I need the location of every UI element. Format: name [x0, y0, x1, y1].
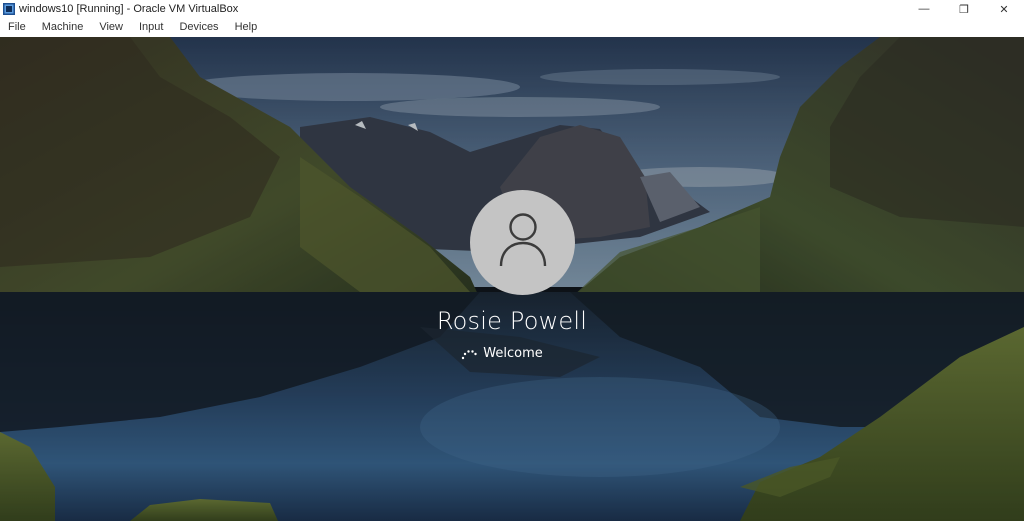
menu-input[interactable]: Input — [131, 18, 171, 37]
user-silhouette-icon — [497, 211, 549, 274]
minimize-icon: — — [918, 3, 930, 15]
vm-display[interactable]: Rosie Powell Welcome — [0, 37, 1024, 521]
menu-bar: File Machine View Input Devices Help — [0, 18, 1024, 38]
window-title: windows10 [Running] - Oracle VM VirtualB… — [19, 3, 239, 15]
login-status: Welcome — [0, 346, 1024, 361]
restore-button[interactable]: ❐ — [944, 0, 984, 18]
user-name: Rosie Powell — [436, 307, 588, 335]
loading-dots-icon — [461, 348, 477, 360]
menu-machine[interactable]: Machine — [34, 18, 92, 37]
user-avatar — [470, 190, 575, 295]
menu-help[interactable]: Help — [227, 18, 266, 37]
close-button[interactable]: ✕ — [984, 0, 1024, 18]
menu-file[interactable]: File — [0, 18, 34, 37]
virtualbox-window: windows10 [Running] - Oracle VM VirtualB… — [0, 0, 1024, 521]
restore-icon: ❐ — [959, 3, 969, 16]
minimize-button[interactable]: — — [904, 0, 944, 18]
menu-view[interactable]: View — [91, 18, 131, 37]
close-icon: ✕ — [999, 3, 1009, 16]
title-bar: windows10 [Running] - Oracle VM VirtualB… — [0, 0, 1024, 18]
menu-devices[interactable]: Devices — [171, 18, 226, 37]
status-text: Welcome — [483, 346, 543, 361]
window-controls: — ❐ ✕ — [904, 0, 1024, 18]
virtualbox-icon — [2, 2, 16, 16]
